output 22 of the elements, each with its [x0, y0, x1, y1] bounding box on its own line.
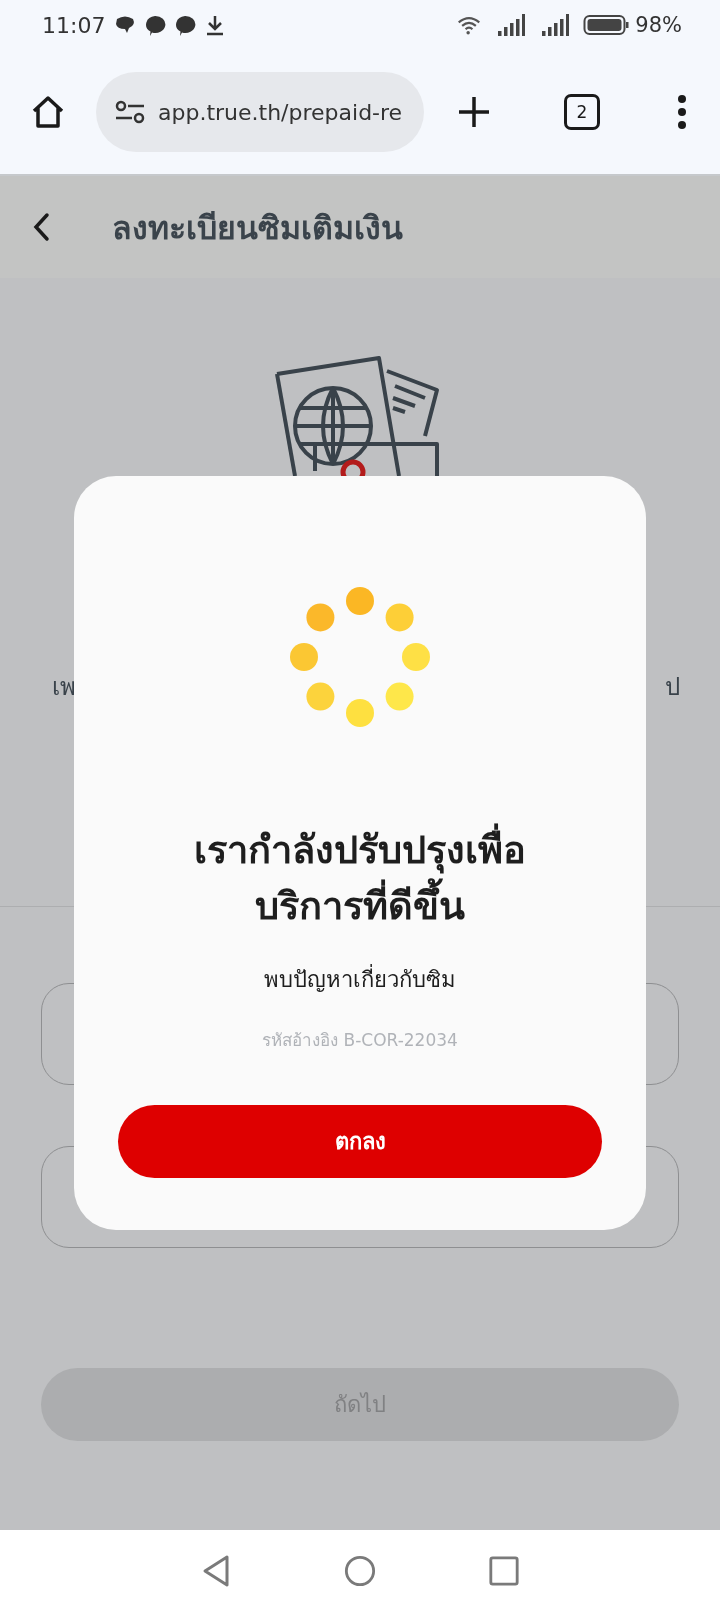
- signal-icon: [497, 13, 526, 37]
- status-time: 11:07: [42, 12, 106, 38]
- chat-bubble-icon: [173, 13, 198, 37]
- reference-code: รหัสอ้างอิง B-COR-22034: [262, 1029, 458, 1052]
- description-text: ป: [665, 672, 680, 703]
- dialog-title: เรากำลังปรับปรุงเพื่อ บริการที่ดีขึ้น: [194, 822, 526, 934]
- recent-apps-icon[interactable]: [488, 1554, 520, 1588]
- url-text: app.true.th/prepaid-re: [158, 99, 403, 125]
- description-text: เพ: [52, 672, 76, 703]
- ok-button[interactable]: ตกลง: [118, 1105, 602, 1178]
- site-settings-icon[interactable]: [114, 98, 146, 126]
- page-title: ลงทะเบียนซิมเติมเงิน: [112, 207, 403, 249]
- chat-bubble-icon: [143, 13, 168, 37]
- loading-spinner-icon: [290, 587, 430, 727]
- address-bar[interactable]: app.true.th/prepaid-re: [96, 72, 424, 152]
- tab-count-button[interactable]: 2: [564, 94, 600, 130]
- back-icon[interactable]: [32, 212, 52, 242]
- signal-icon: [541, 13, 570, 37]
- battery-icon: [583, 13, 630, 37]
- dialog-message: พบปัญหาเกี่ยวกับซิม: [264, 965, 456, 995]
- menu-icon[interactable]: [676, 92, 688, 132]
- battery-percent: 98%: [635, 13, 682, 37]
